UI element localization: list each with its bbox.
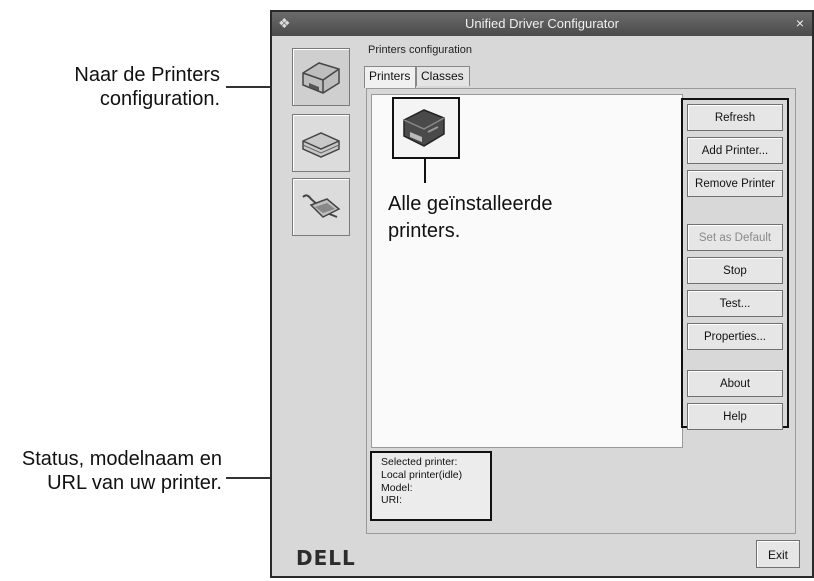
callout-line-2: configuration. [99, 88, 220, 110]
port-icon [302, 194, 341, 218]
test-button[interactable]: Test... [687, 290, 783, 317]
list-item[interactable] [392, 97, 460, 159]
stop-button[interactable]: Stop [687, 257, 783, 284]
printer-list[interactable]: Alle geïnstalleerde printers. [371, 94, 683, 448]
sidebar-printers-button[interactable] [292, 48, 350, 106]
callout-line-1: Naar de Printers [74, 64, 220, 86]
callout-line-1: Status, modelnaam en [21, 448, 222, 470]
exit-button[interactable]: Exit [756, 540, 800, 568]
callout-printers-configuration: Naar de Printers configuration. [20, 63, 220, 111]
status-model: Model: [381, 481, 413, 494]
set-default-button[interactable]: Set as Default [687, 224, 783, 251]
app-window: ❖ Unified Driver Configurator × Printers… [270, 10, 814, 578]
callout-installed-printers: Alle geïnstalleerde printers. [388, 191, 648, 245]
callout-line-1: Alle geïnstalleerde [388, 193, 553, 215]
dell-logo: DELL [296, 546, 356, 570]
section-title: Printers configuration [368, 44, 472, 56]
close-icon[interactable]: × [796, 15, 804, 31]
title-bar[interactable]: ❖ Unified Driver Configurator × [272, 12, 812, 36]
sidebar-ports-button[interactable] [292, 178, 350, 236]
remove-printer-button[interactable]: Remove Printer [687, 170, 783, 197]
status-uri: URI: [381, 494, 402, 507]
scanner-icon [302, 132, 340, 158]
window-title: Unified Driver Configurator [465, 16, 619, 31]
about-button[interactable]: About [687, 370, 783, 397]
printers-panel: Alle geïnstalleerde printers. Refresh Ad… [366, 88, 796, 534]
help-button[interactable]: Help [687, 403, 783, 430]
printer-status-panel: Selected printer: Local printer(idle) Mo… [370, 451, 492, 521]
printer-icon [403, 109, 445, 147]
sidebar-scanners-button[interactable] [292, 114, 350, 172]
status-selected-label: Selected printer: [381, 456, 458, 468]
properties-button[interactable]: Properties... [687, 323, 783, 350]
tab-classes[interactable]: Classes [416, 66, 470, 86]
printer-icon [302, 62, 340, 94]
tab-printers[interactable]: Printers [364, 66, 416, 88]
add-printer-button[interactable]: Add Printer... [687, 137, 783, 164]
callout-line-2: URL van uw printer. [47, 472, 222, 494]
refresh-button[interactable]: Refresh [687, 104, 783, 131]
annotation-line [424, 157, 426, 183]
callout-line-2: printers. [388, 220, 461, 242]
action-buttons: Refresh Add Printer... Remove Printer Se… [681, 98, 789, 430]
callout-status: Status, modelnaam en URL van uw printer. [0, 447, 222, 495]
status-local-printer: Local printer(idle) [381, 468, 463, 481]
